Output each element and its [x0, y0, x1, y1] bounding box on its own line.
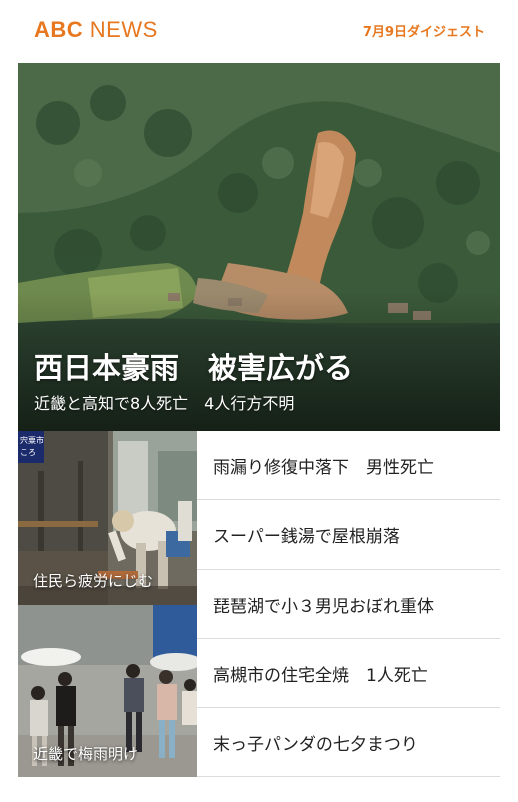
- logo-abc-text: ABC: [34, 17, 84, 42]
- sign-text-2: ころ: [20, 448, 36, 457]
- news-item-bathhouse-roof[interactable]: スーパー銭湯で屋根崩落: [197, 500, 500, 570]
- news-item-label: スーパー銭湯で屋根崩落: [213, 527, 400, 548]
- news-item-takatsuki-fire[interactable]: 高槻市の住宅全焼 1人死亡: [197, 639, 500, 709]
- news-item-label: 末っ子パンダの七夕まつり: [213, 735, 418, 756]
- thumb-caption-rainy-season: 近畿で梅雨明け: [33, 745, 139, 763]
- news-item-lake-biwa[interactable]: 琵琶湖で小３男児おぼれ重体: [197, 570, 500, 639]
- news-item-label: 高槻市の住宅全焼 1人死亡: [213, 665, 428, 686]
- app-header: ABC NEWS 7月9日ダイジェスト: [0, 0, 518, 63]
- story-thumb-rainy-season[interactable]: 近畿で梅雨明け: [18, 605, 197, 777]
- digest-date-label: 7月9日ダイジェスト: [362, 25, 485, 40]
- abc-news-logo[interactable]: ABC NEWS: [34, 17, 158, 43]
- story-thumb-residents[interactable]: 宍粟市 ころ 住民ら疲労にじむ: [18, 431, 197, 605]
- hero-subtitle: 近畿と高知で8人死亡 4人行方不明: [34, 394, 295, 413]
- thumb-caption-residents: 住民ら疲労にじむ: [33, 572, 154, 590]
- news-list: 雨漏り修復中落下 男性死亡 スーパー銭湯で屋根崩落 琵琶湖で小３男児おぼれ重体 …: [197, 431, 500, 778]
- news-item-roof-repair[interactable]: 雨漏り修復中落下 男性死亡: [197, 431, 500, 501]
- hero-title: 西日本豪雨 被害広がる: [34, 351, 354, 385]
- logo-news-text: NEWS: [89, 17, 158, 42]
- news-item-label: 雨漏り修復中落下 男性死亡: [213, 458, 434, 478]
- hero-story[interactable]: 西日本豪雨 被害広がる 近畿と高知で8人死亡 4人行方不明: [18, 63, 500, 431]
- news-item-label: 琵琶湖で小３男児おぼれ重体: [213, 596, 434, 617]
- sign-text-1: 宍粟市: [20, 436, 44, 445]
- news-item-panda-tanabata[interactable]: 末っ子パンダの七夕まつり: [197, 708, 500, 778]
